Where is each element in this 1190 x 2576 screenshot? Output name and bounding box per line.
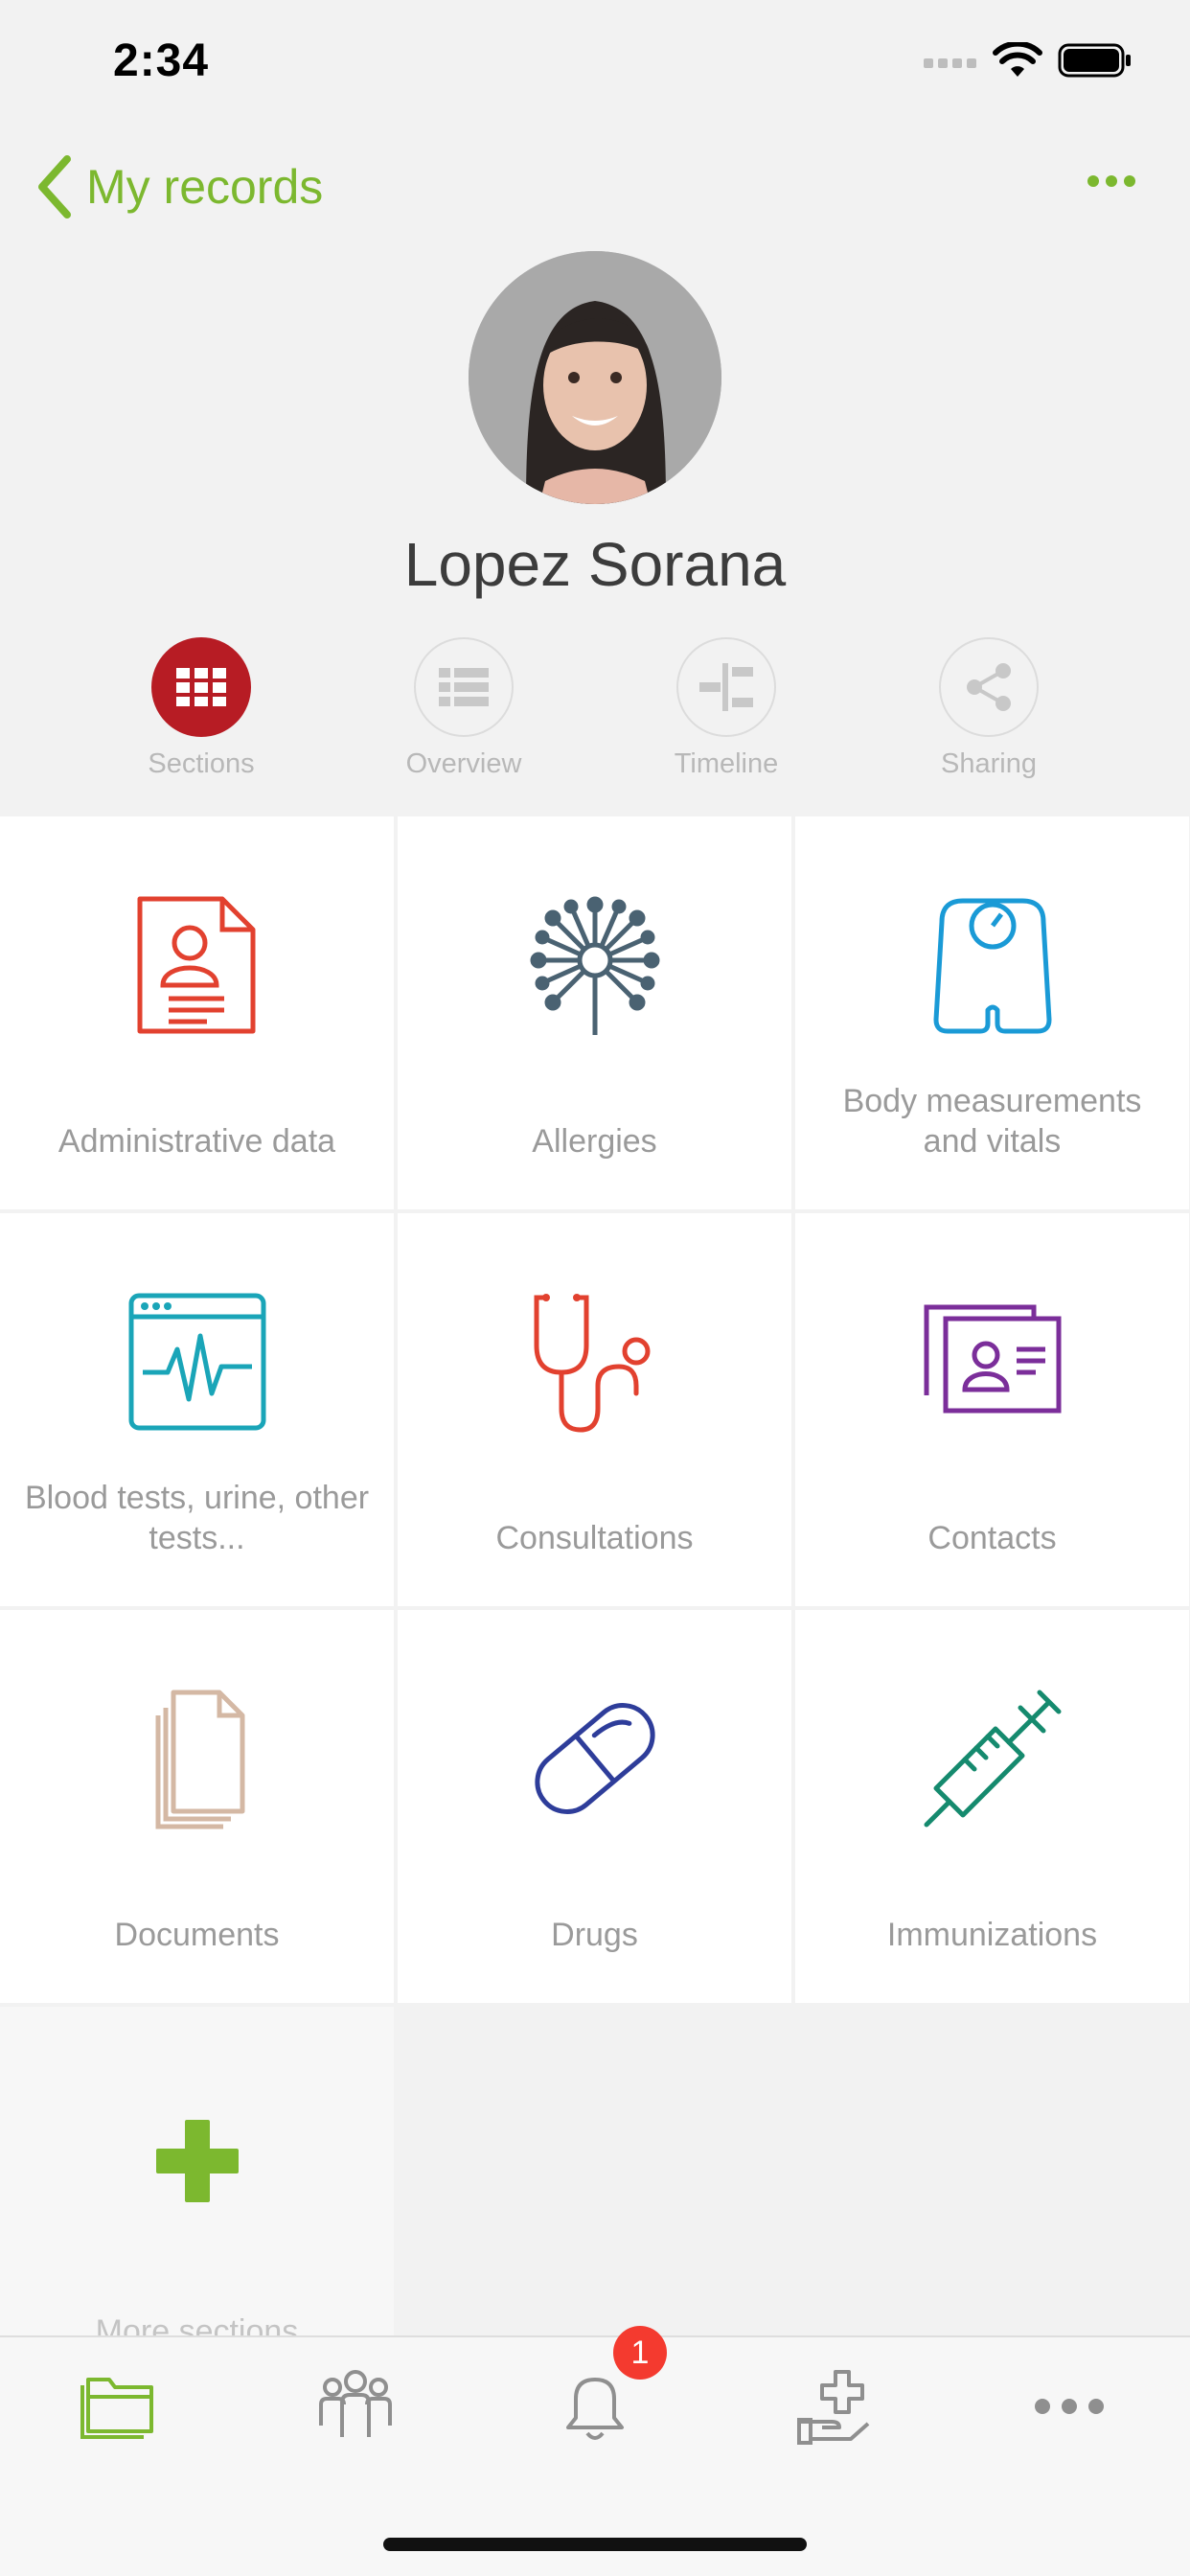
timeline-icon	[699, 663, 753, 711]
navigation-bar: My records	[0, 144, 1190, 240]
section-label: Documents	[114, 1917, 280, 1953]
ellipsis-icon	[1087, 175, 1135, 187]
section-more-sections[interactable]: More sections	[0, 2007, 394, 2335]
status-bar: 2:34	[0, 0, 1190, 134]
section-immunizations[interactable]: Immunizations	[795, 1610, 1189, 2003]
section-body-measurements[interactable]: Body measurements and vitals	[795, 816, 1189, 1209]
back-button[interactable]: My records	[34, 155, 323, 218]
section-administrative-data[interactable]: Administrative data	[0, 816, 394, 1209]
section-label: Allergies	[532, 1123, 657, 1160]
section-label: Contacts	[927, 1520, 1057, 1556]
chevron-left-icon	[38, 155, 71, 218]
battery-icon	[1058, 43, 1131, 78]
home-indicator	[383, 2538, 807, 2551]
tab-sections[interactable]: Sections	[105, 637, 297, 780]
avatar[interactable]	[469, 251, 721, 504]
section-label: Immunizations	[886, 1917, 1098, 1953]
tabbar-people[interactable]	[298, 2366, 413, 2462]
section-label: Drugs	[551, 1917, 638, 1953]
tab-overview-label: Overview	[405, 748, 522, 779]
status-time: 2:34	[113, 35, 210, 86]
tab-timeline[interactable]: Timeline	[630, 637, 822, 780]
section-label: Consultations	[495, 1520, 694, 1556]
grid-icon	[176, 668, 226, 706]
bell-icon	[566, 2378, 624, 2440]
tabbar-notifications[interactable]	[538, 2366, 652, 2462]
person-photo-icon	[469, 251, 721, 504]
more-options-button[interactable]	[1087, 174, 1136, 193]
section-blood-tests[interactable]: Blood tests, urine, other tests...	[0, 1213, 394, 1606]
tab-sections-label: Sections	[148, 748, 255, 779]
section-contacts[interactable]: Contacts	[795, 1213, 1189, 1606]
folders-icon	[80, 2378, 153, 2439]
tab-timeline-circle	[676, 637, 776, 737]
section-label: Body measurements and vitals	[842, 1083, 1142, 1160]
section-label: More sections	[95, 2313, 299, 2335]
wifi-icon	[993, 42, 1042, 77]
share-icon	[967, 663, 1011, 711]
tab-overview-circle	[414, 637, 514, 737]
medical-hand-icon	[797, 2370, 870, 2445]
tab-sharing[interactable]: Sharing	[893, 637, 1085, 780]
tabbar-healthcare[interactable]	[776, 2366, 891, 2462]
more-icon	[1035, 2399, 1104, 2414]
section-label: Blood tests, urine, other tests...	[24, 1480, 370, 1556]
tabbar-records[interactable]	[59, 2366, 174, 2462]
tab-overview[interactable]: Overview	[368, 637, 560, 780]
section-consultations[interactable]: Consultations	[398, 1213, 791, 1606]
list-icon	[439, 668, 489, 706]
tab-sharing-circle	[939, 637, 1039, 737]
notification-badge: 1	[613, 2326, 667, 2380]
section-documents[interactable]: Documents	[0, 1610, 394, 2003]
tab-sharing-label: Sharing	[941, 748, 1037, 779]
tab-sections-circle	[151, 637, 251, 737]
signal-icon	[924, 58, 976, 68]
status-icons	[924, 42, 1133, 79]
section-allergies[interactable]: Allergies	[398, 816, 791, 1209]
record-view-tabs: Sections Overview Timeline Sharing	[0, 637, 1190, 791]
section-label: Administrative data	[57, 1123, 336, 1160]
profile-name: Lopez Sorana	[403, 530, 787, 599]
section-drugs[interactable]: Drugs	[398, 1610, 791, 2003]
people-icon	[319, 2370, 392, 2437]
back-button-label: My records	[86, 160, 324, 214]
tab-timeline-label: Timeline	[674, 748, 779, 779]
tabbar-more[interactable]	[1012, 2366, 1127, 2462]
